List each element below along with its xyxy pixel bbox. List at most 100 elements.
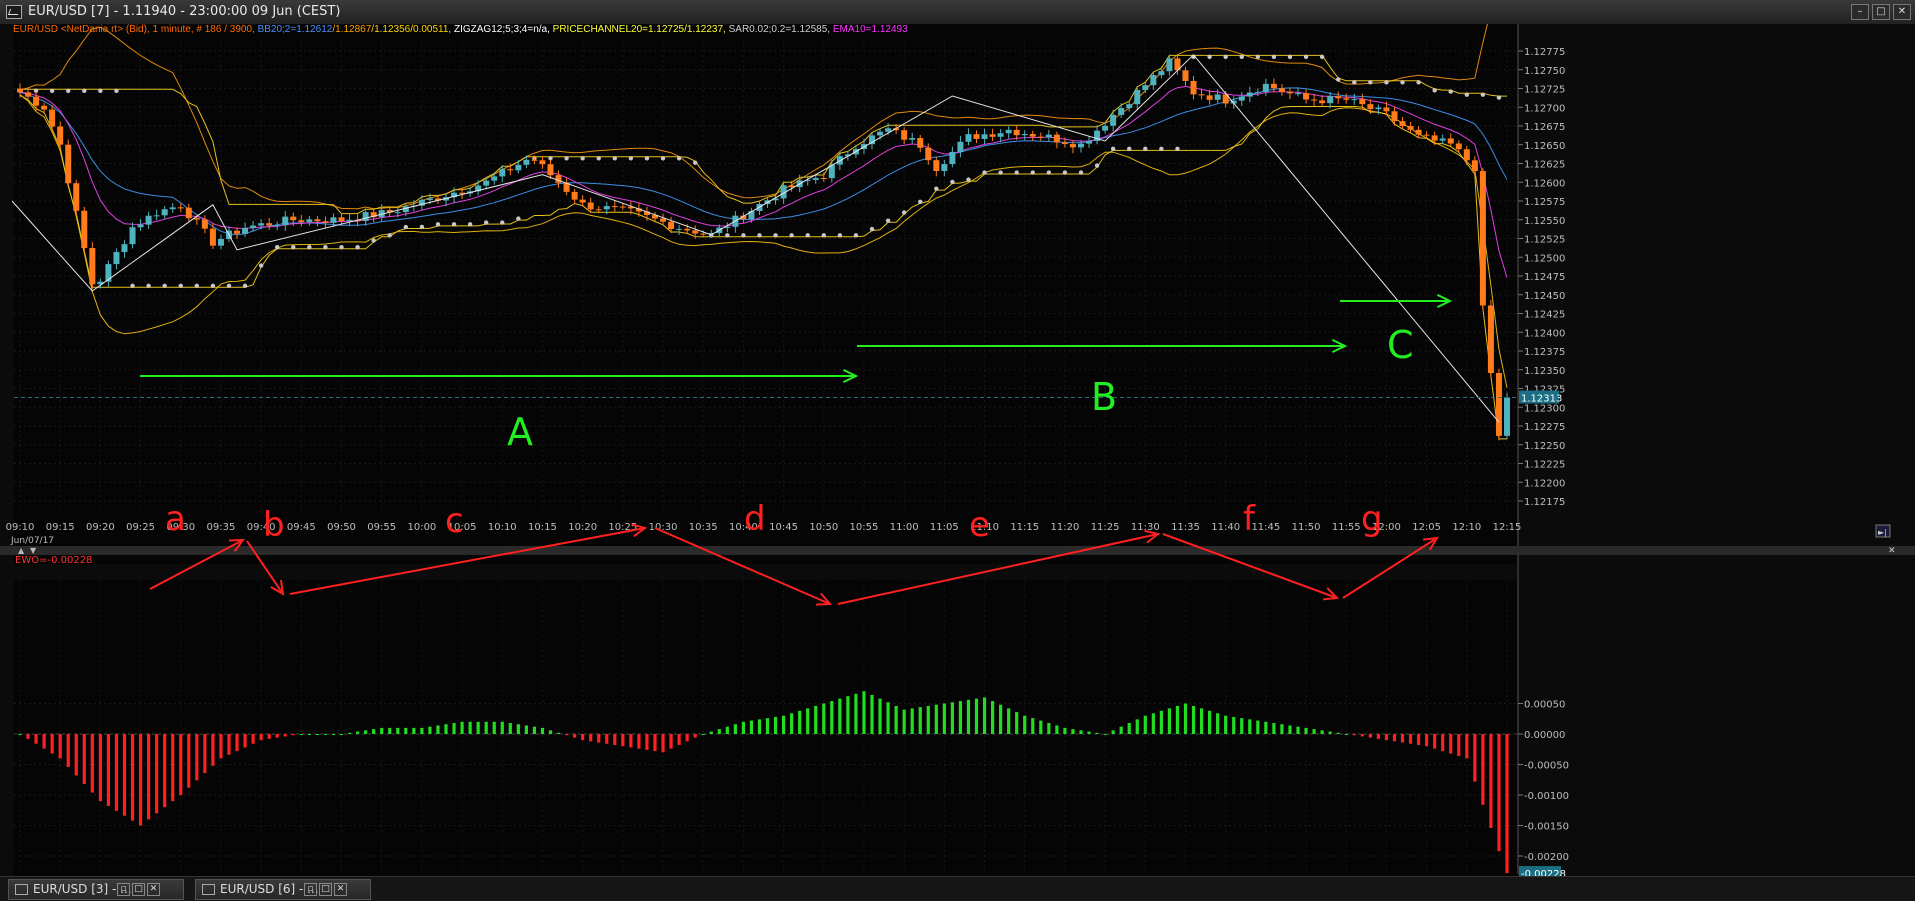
sar-dot [821, 233, 826, 238]
ewo-bar [1272, 723, 1276, 734]
ewo-bar [34, 734, 38, 744]
tab-restore-icon[interactable]: ▫ [117, 883, 130, 896]
ewo-bar [1465, 734, 1469, 759]
ewo-bar [283, 734, 287, 737]
ewo-bar [581, 734, 585, 741]
time-tick-label: 12:15 [1493, 522, 1522, 533]
ewo-bar [1304, 727, 1308, 734]
sar-dot [580, 156, 585, 161]
candle-body [145, 215, 152, 225]
time-tick-label: 11:55 [1332, 522, 1361, 533]
price-tick-label: 1.12275 [1524, 422, 1565, 433]
candle-body [1471, 160, 1478, 172]
candle-body [137, 224, 144, 228]
tab-maximize-icon[interactable]: □ [132, 883, 145, 896]
ewo-bar [163, 734, 167, 808]
tab-eurusd-3[interactable]: EUR/USD [3] - ... ▫ □ ✕ [8, 879, 184, 900]
ewo-bar [1344, 734, 1348, 735]
sar-dot [612, 156, 617, 161]
ewo-bar [790, 713, 794, 734]
ewo-bar [573, 734, 577, 738]
candle-body [587, 202, 594, 210]
ewo-bar [709, 731, 713, 734]
ewo-bar [637, 734, 641, 749]
candle-body [346, 219, 353, 222]
tab-restore-icon[interactable]: ▫ [304, 883, 317, 896]
price-tick-label: 1.12650 [1524, 141, 1565, 152]
sar-dot [82, 88, 87, 94]
sar-dot [998, 170, 1003, 175]
time-tick-label: 09:25 [126, 522, 155, 533]
sar-dot [1319, 54, 1325, 60]
ewo-bar [195, 734, 199, 781]
time-tick-label: 11:25 [1091, 522, 1120, 533]
time-tick-label: 12:10 [1452, 522, 1481, 533]
maximize-button[interactable]: □ [1872, 4, 1890, 20]
ewo-bar [950, 702, 954, 734]
candle-body [1126, 104, 1133, 109]
ewo-bar [781, 715, 786, 734]
price-tick-label: 1.12350 [1524, 366, 1565, 377]
ewo-bar [211, 734, 215, 766]
ewo-bar [1095, 732, 1099, 734]
sar-dot [1384, 80, 1389, 85]
sar-dot [1400, 80, 1405, 85]
time-tick-label: 11:15 [1010, 522, 1039, 533]
time-tick-label: 10:10 [488, 522, 517, 533]
ewo-bar [564, 734, 569, 736]
candle-body [1118, 108, 1125, 115]
ewo-bar [82, 734, 86, 785]
ewo-bar [299, 734, 303, 735]
ewo-bar [1312, 729, 1316, 734]
price-panel [14, 24, 1518, 564]
sar-dot [1223, 54, 1228, 60]
tab-maximize-icon[interactable]: □ [319, 883, 332, 896]
candle-body [1359, 99, 1366, 105]
candle-body [282, 216, 289, 226]
ewo-bar [235, 734, 239, 752]
candle-body [1254, 91, 1261, 93]
ewo-bar [717, 729, 721, 734]
close-button[interactable]: ✕ [1893, 4, 1911, 20]
sar-dot [757, 233, 762, 238]
window-titlebar: EUR/USD [7] - 1.11940 - 23:00:00 09 Jun … [0, 0, 1915, 25]
candle-body [901, 130, 908, 140]
scroll-end-icon: ►| [1878, 528, 1887, 537]
sar-dot [516, 216, 521, 221]
indicator-legend: EUR/USD <NetDania rt> (Bid), 1 minute, #… [13, 24, 908, 35]
price-tick-label: 1.12500 [1524, 253, 1565, 264]
tab-close-icon[interactable]: ✕ [147, 883, 160, 896]
tab-close-icon[interactable]: ✕ [334, 883, 347, 896]
legend-entry: /1.12867 [332, 24, 371, 35]
candle-body [1069, 144, 1076, 148]
sar-dot [676, 156, 682, 161]
sar-dot [1078, 170, 1084, 175]
minimize-button[interactable]: – [1851, 4, 1869, 20]
price-tick-label: 1.12625 [1524, 160, 1565, 171]
ewo-bar [1264, 721, 1268, 734]
price-tick-label: 1.12600 [1524, 178, 1565, 189]
candle-body [65, 144, 72, 184]
ewo-bar [1449, 734, 1453, 754]
candle-body [1463, 149, 1470, 161]
tab-eurusd-6[interactable]: EUR/USD [6] - ... ▫ □ ✕ [195, 879, 371, 900]
ewo-bar [26, 734, 30, 739]
candle-body [234, 230, 241, 234]
time-tick-label: 09:45 [287, 522, 316, 533]
ewo-bar [187, 734, 191, 788]
candle-body [1415, 129, 1422, 135]
ewo-bar [597, 734, 601, 743]
candle-body [153, 215, 160, 217]
panel-splitter[interactable] [0, 546, 1915, 555]
candle-body [1190, 80, 1197, 95]
ewo-bar [613, 734, 617, 745]
ewo-bar [1224, 715, 1228, 734]
candle-body [1029, 134, 1036, 137]
ewo-bar [452, 723, 456, 734]
time-tick-label: 11:35 [1171, 522, 1200, 533]
ewo-bar [138, 734, 143, 826]
candle-body [1295, 93, 1302, 95]
chart-area[interactable]: EUR/USD <NetDania rt> (Bid), 1 minute, #… [0, 24, 1915, 876]
candle-body [1134, 89, 1141, 105]
sar-dot [805, 233, 810, 238]
